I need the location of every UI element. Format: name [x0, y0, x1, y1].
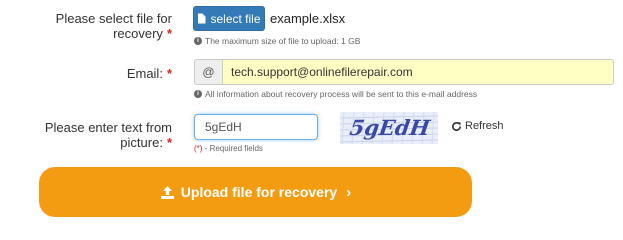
chevron-right-icon: ›: [346, 183, 352, 201]
required-fields-note: (*) - Required fields: [194, 144, 263, 153]
file-icon: [198, 13, 206, 24]
info-circle-icon: i: [194, 37, 202, 45]
required-mark: *: [166, 66, 172, 81]
captcha-label-text: Please enter text from picture:: [44, 120, 172, 150]
email-hint: i All information about recovery process…: [194, 89, 477, 99]
file-label-text: Please select file for recovery: [55, 11, 172, 41]
refresh-captcha-button[interactable]: Refresh: [451, 120, 504, 132]
upload-file-button[interactable]: Upload file for recovery ›: [39, 167, 472, 217]
selected-file-name: example.xlsx: [270, 11, 346, 26]
select-file-button-label: select file: [210, 11, 261, 26]
info-circle-icon: i: [194, 90, 202, 98]
upload-icon: [160, 185, 174, 199]
email-label: Email: *: [0, 66, 172, 81]
captcha-input[interactable]: [194, 114, 318, 140]
select-file-button[interactable]: select file: [193, 6, 265, 31]
file-size-hint-text: The maximum size of file to upload: 1 GB: [205, 36, 361, 46]
required-mark: *: [166, 135, 172, 150]
email-hint-text: All information about recovery process w…: [205, 89, 478, 99]
captcha-noise: 5gEdH: [340, 112, 438, 144]
required-note-text: - Required fields: [202, 144, 263, 153]
email-at-addon: @: [194, 59, 222, 85]
upload-button-label: Upload file for recovery: [180, 184, 338, 200]
captcha-label: Please enter text from picture: *: [0, 120, 172, 150]
refresh-icon: [452, 121, 461, 131]
refresh-label: Refresh: [465, 120, 504, 132]
file-size-hint: i The maximum size of file to upload: 1 …: [194, 36, 360, 46]
captcha-text: 5gEdH: [348, 115, 432, 140]
email-input[interactable]: [222, 59, 614, 85]
required-mark: *: [166, 26, 172, 41]
file-label: Please select file for recovery *: [0, 11, 172, 41]
captcha-image: 5gEdH: [340, 112, 438, 144]
email-label-text: Email:: [126, 66, 163, 81]
